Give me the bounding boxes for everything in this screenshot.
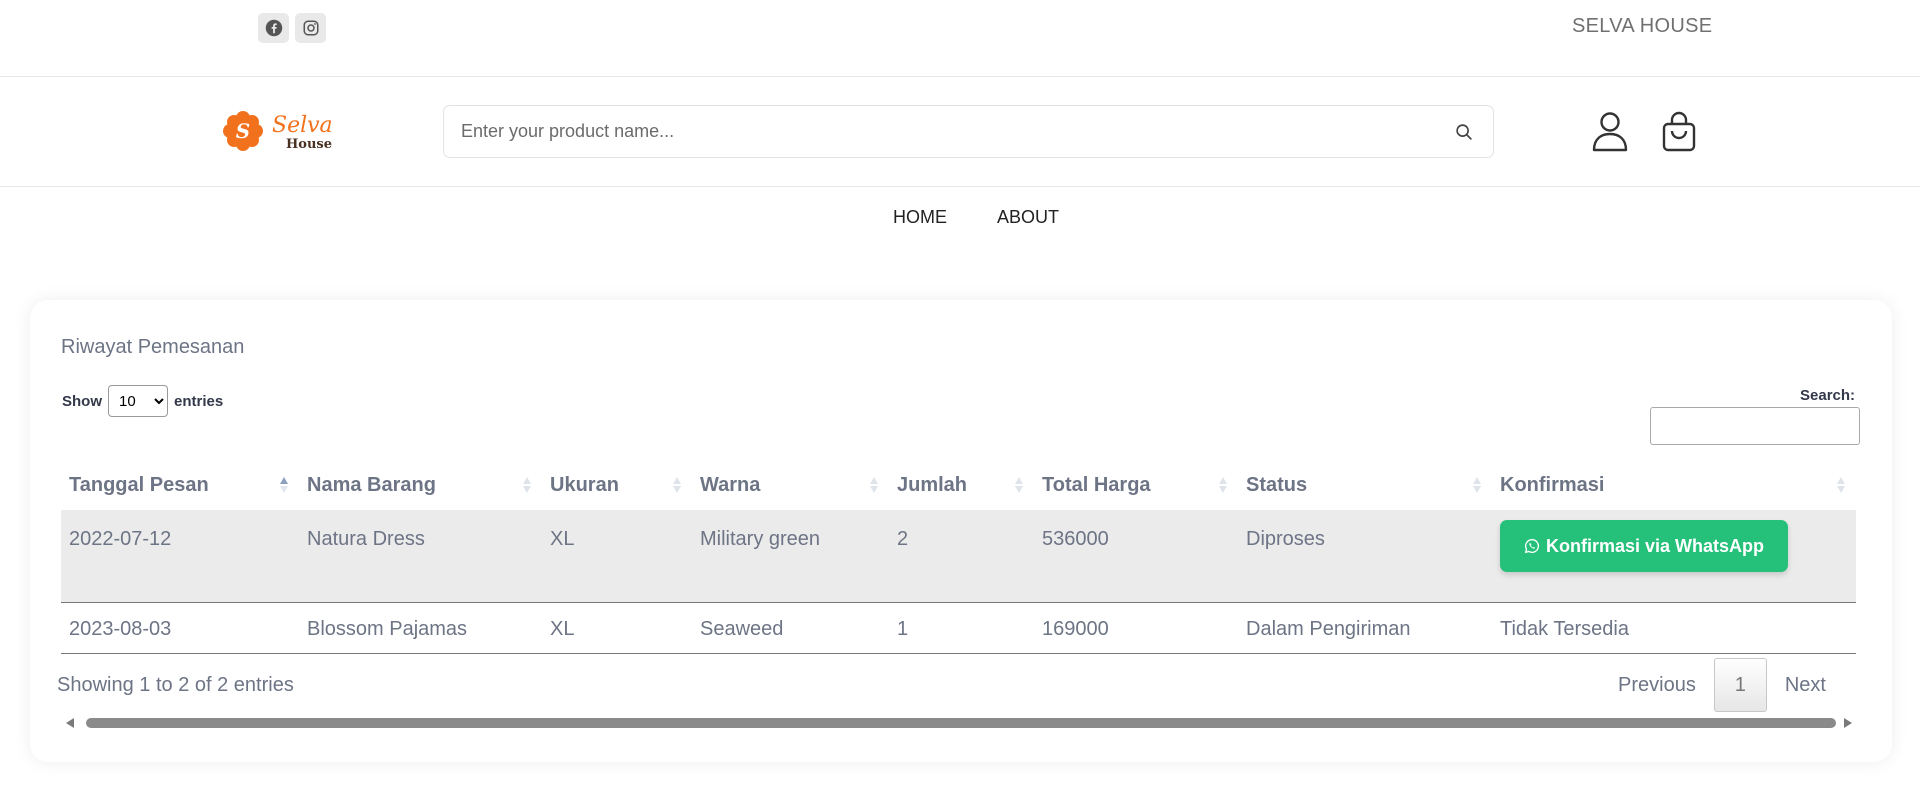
- user-icon[interactable]: [1588, 109, 1632, 153]
- sort-icon: [1015, 477, 1023, 493]
- order-table: Tanggal Pesan Nama Barang Ukuran Warna J…: [61, 460, 1856, 654]
- sort-asc-icon: [280, 477, 288, 493]
- whatsapp-icon: [1524, 538, 1540, 554]
- logo-main-text: Selva: [272, 113, 333, 138]
- cell-total-harga: 536000: [1034, 510, 1238, 603]
- cell-warna: Military green: [692, 510, 889, 603]
- col-warna[interactable]: Warna: [692, 460, 889, 510]
- search-icon[interactable]: [1453, 121, 1475, 143]
- instagram-icon: [303, 20, 318, 36]
- facebook-icon: [265, 19, 282, 37]
- product-search: [443, 105, 1494, 158]
- cell-jumlah: 1: [889, 602, 1034, 654]
- brand-name[interactable]: SELVA HOUSE: [1572, 15, 1712, 38]
- sort-icon: [1473, 477, 1481, 493]
- entries-prefix: Show: [62, 392, 102, 410]
- table-search-input[interactable]: [1650, 407, 1860, 445]
- horizontal-scrollbar[interactable]: [64, 715, 1854, 731]
- cell-ukuran: XL: [542, 510, 692, 603]
- logo-sub-text: House: [286, 137, 332, 152]
- cell-tanggal: 2023-08-03: [61, 602, 299, 654]
- site-logo[interactable]: S Selva House: [222, 110, 352, 152]
- cell-ukuran: XL: [542, 602, 692, 654]
- col-konfirmasi[interactable]: Konfirmasi: [1492, 460, 1856, 510]
- table-info: Showing 1 to 2 of 2 entries: [57, 674, 294, 696]
- cell-status: Dalam Pengiriman: [1238, 602, 1492, 654]
- logo-letter: S: [236, 119, 250, 143]
- instagram-link[interactable]: [295, 13, 326, 43]
- scroll-left-arrow-icon[interactable]: [66, 718, 74, 728]
- scrollbar-thumb[interactable]: [86, 718, 1836, 728]
- entries-select[interactable]: 10: [108, 385, 168, 417]
- cell-tanggal: 2022-07-12: [61, 510, 299, 603]
- table-row: 2023-08-03 Blossom Pajamas XL Seaweed 1 …: [61, 602, 1856, 654]
- sort-icon: [523, 477, 531, 493]
- main-nav: HOME ABOUT: [0, 207, 1920, 228]
- cell-jumlah: 2: [889, 510, 1034, 603]
- nav-about[interactable]: ABOUT: [997, 207, 1059, 228]
- social-links: [258, 13, 326, 43]
- entries-suffix: entries: [174, 392, 224, 410]
- facebook-link[interactable]: [258, 13, 289, 43]
- page-title: Riwayat Pemesanan: [61, 336, 245, 358]
- pagination: Previous 1 Next: [1600, 658, 1844, 712]
- pagination-page-current[interactable]: 1: [1713, 658, 1767, 712]
- sort-icon: [673, 477, 681, 493]
- whatsapp-confirm-label: Konfirmasi via WhatsApp: [1546, 535, 1765, 556]
- col-ukuran[interactable]: Ukuran: [542, 460, 692, 510]
- cell-konfirmasi: Tidak Tersedia: [1492, 602, 1856, 654]
- col-nama-barang[interactable]: Nama Barang: [299, 460, 542, 510]
- table-header-row: Tanggal Pesan Nama Barang Ukuran Warna J…: [61, 460, 1856, 510]
- nav-home[interactable]: HOME: [893, 207, 947, 228]
- table-row: 2022-07-12 Natura Dress XL Military gree…: [61, 510, 1856, 603]
- whatsapp-confirm-button[interactable]: Konfirmasi via WhatsApp: [1500, 520, 1789, 572]
- cell-nama-barang: Blossom Pajamas: [299, 602, 542, 654]
- sort-icon: [1219, 477, 1227, 493]
- pagination-next[interactable]: Next: [1767, 658, 1844, 712]
- sort-icon: [1837, 477, 1845, 493]
- cell-warna: Seaweed: [692, 602, 889, 654]
- cell-status: Diproses: [1238, 510, 1492, 603]
- top-bar: SELVA HOUSE: [0, 0, 1920, 77]
- entries-length: Show 10 entries: [62, 385, 223, 417]
- col-status[interactable]: Status: [1238, 460, 1492, 510]
- col-tanggal-pesan[interactable]: Tanggal Pesan: [61, 460, 299, 510]
- order-table-wrapper: Tanggal Pesan Nama Barang Ukuran Warna J…: [61, 460, 1856, 654]
- col-jumlah[interactable]: Jumlah: [889, 460, 1034, 510]
- col-total-harga[interactable]: Total Harga: [1034, 460, 1238, 510]
- cell-nama-barang: Natura Dress: [299, 510, 542, 603]
- pagination-previous[interactable]: Previous: [1600, 658, 1714, 712]
- product-search-input[interactable]: [444, 106, 1404, 157]
- cell-total-harga: 169000: [1034, 602, 1238, 654]
- cell-konfirmasi: Konfirmasi via WhatsApp: [1492, 510, 1856, 603]
- shopping-bag-icon[interactable]: [1657, 109, 1701, 153]
- sort-icon: [870, 477, 878, 493]
- scroll-right-arrow-icon[interactable]: [1844, 718, 1852, 728]
- table-search-label: Search:: [1800, 387, 1856, 404]
